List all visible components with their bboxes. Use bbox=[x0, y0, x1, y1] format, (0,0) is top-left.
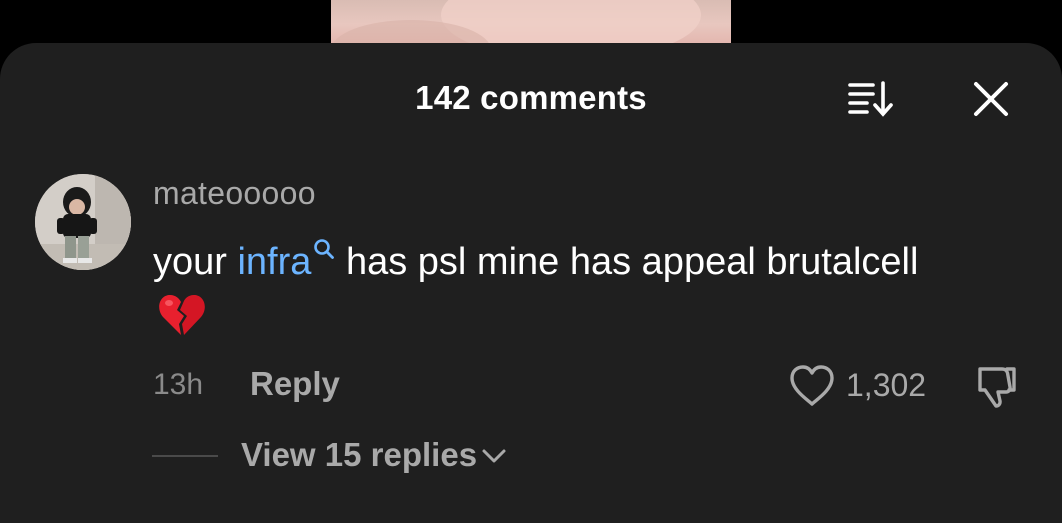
sort-descending-icon bbox=[848, 81, 893, 117]
chevron-down-icon bbox=[482, 449, 506, 463]
close-button[interactable] bbox=[970, 78, 1012, 120]
broken-heart-emoji bbox=[157, 291, 207, 339]
comments-sheet: 142 comments mateooooo your infra has ps… bbox=[0, 43, 1062, 523]
like-count: 1,302 bbox=[846, 367, 927, 403]
view-replies-label: View 15 replies bbox=[241, 436, 478, 473]
heart-outline-icon bbox=[790, 365, 834, 406]
close-icon bbox=[974, 82, 1008, 116]
comment-text: your infra has psl mine has appeal bruta… bbox=[153, 236, 1033, 288]
comment-text-start: your bbox=[153, 241, 238, 283]
sort-button[interactable] bbox=[845, 79, 897, 119]
search-keyword-label: infra bbox=[237, 241, 312, 283]
comment-text-end: has psl mine has appeal brutalcell bbox=[335, 241, 919, 283]
avatar[interactable] bbox=[35, 174, 131, 270]
reply-button[interactable]: Reply bbox=[250, 365, 340, 403]
avatar-photo bbox=[35, 174, 131, 270]
like-button[interactable] bbox=[788, 364, 836, 408]
comment-timestamp: 13h bbox=[153, 368, 204, 401]
view-replies-button[interactable]: View 15 replies bbox=[241, 436, 507, 474]
thumbs-down-icon bbox=[978, 367, 1016, 408]
dislike-button[interactable] bbox=[972, 363, 1020, 411]
comments-count-title: 142 comments bbox=[415, 79, 647, 116]
search-icon bbox=[314, 239, 335, 259]
search-keyword-link[interactable]: infra bbox=[237, 239, 335, 283]
comment-username[interactable]: mateooooo bbox=[153, 175, 316, 212]
replies-divider bbox=[152, 455, 218, 457]
